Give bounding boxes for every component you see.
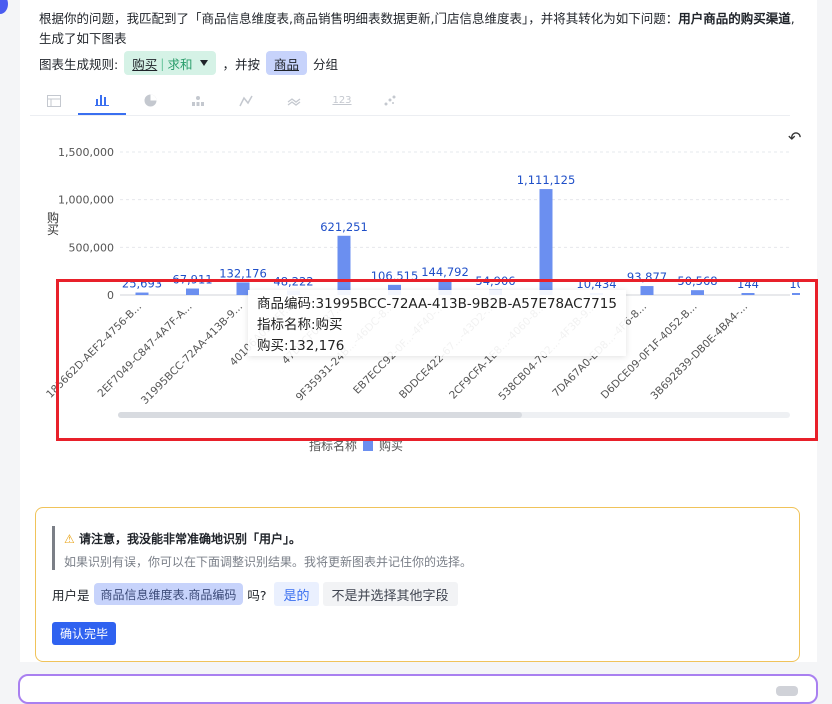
answer-intro: 根据你的问题，我匹配到了「商品信息维度表,商品销售明细表数据更新,门店信息维度表… [39, 9, 799, 49]
rule-middle-text: ，并按 [222, 56, 260, 72]
y-tick-label: 1,500,000 [58, 146, 114, 159]
tab-line-chart[interactable] [222, 86, 270, 115]
tab-group[interactable] [174, 86, 222, 115]
table-icon [47, 94, 61, 107]
rule-label: 图表生成规则: [39, 56, 119, 72]
warning-title: ⚠ 请注意，我没能非常准确地识别「用户」。 [64, 530, 301, 547]
yes-button[interactable]: 是的 [274, 582, 319, 606]
warning-subtitle: 如果识别有误，你可以在下面调整识别结果。我将更新图表并记住你的选择。 [64, 555, 473, 569]
tab-number[interactable]: 123 [318, 86, 366, 115]
rule-tail-text: 分组 [313, 56, 339, 72]
next-message-card [18, 674, 818, 704]
tab-table[interactable] [30, 86, 78, 115]
chart-rule-row: 图表生成规则: 购买 | 求和 ，并按 商品 分组 [39, 51, 338, 75]
next-card-control[interactable] [776, 686, 798, 696]
scatter-icon [384, 95, 396, 105]
choose-other-field-button[interactable]: 不是并选择其他字段 [322, 582, 458, 606]
assistant-avatar [0, 0, 8, 14]
question-text: 吗? [247, 587, 267, 603]
data-label: 1,111,125 [517, 173, 576, 187]
y-tick-label: 1,000,000 [58, 194, 114, 207]
confirm-done-button[interactable]: 确认完毕 [52, 622, 117, 645]
intro-prefix: 根据你的问题，我匹配到了「商品信息维度表,商品销售明细表数据更新,门店信息维度表… [39, 11, 679, 26]
tab-bar-chart[interactable] [78, 86, 126, 115]
group-field-chip[interactable]: 商品 [265, 51, 307, 75]
chevron-down-icon [200, 60, 209, 66]
quote-bar [52, 526, 55, 570]
matched-field-chip: 商品信息维度表.商品编码 [93, 583, 244, 605]
metric-name: 购买 [132, 56, 158, 72]
area-chart-icon [287, 97, 301, 106]
bar-chart-icon [95, 94, 109, 106]
data-label: 621,251 [320, 220, 368, 234]
recognition-warning-card: ⚠ 请注意，我没能非常准确地识别「用户」。 如果识别有误，你可以在下面调整识别结… [35, 507, 800, 662]
metric-selector[interactable]: 购买 | 求和 [124, 51, 217, 75]
tab-area-chart[interactable] [270, 86, 318, 115]
warning-title-text: 请注意，我没能非常准确地识别「用户」。 [78, 532, 301, 546]
annotation-highlight-box [56, 279, 818, 441]
group-icon [192, 95, 204, 106]
data-label: 144,792 [421, 265, 469, 279]
aggregation-name: 求和 [167, 56, 193, 72]
warning-icon: ⚠ [64, 532, 75, 546]
intro-question: 用户商品的购买渠道 [678, 11, 791, 26]
pie-chart-icon [144, 94, 156, 107]
tab-pie-chart[interactable] [126, 86, 174, 115]
tab-scatter[interactable] [366, 86, 414, 115]
y-tick-label: 500,000 [69, 241, 115, 254]
field-confirm-row: 用户是 商品信息维度表.商品编码 吗? 是的 不是并选择其他字段 [52, 582, 458, 606]
chart-type-tabs: 123 [30, 86, 790, 116]
legend-swatch [363, 440, 374, 451]
y-axis-label: 购买 [47, 211, 60, 237]
line-chart-icon [239, 95, 253, 106]
number-icon: 123 [332, 95, 352, 106]
user-label: 用户是 [52, 587, 90, 603]
